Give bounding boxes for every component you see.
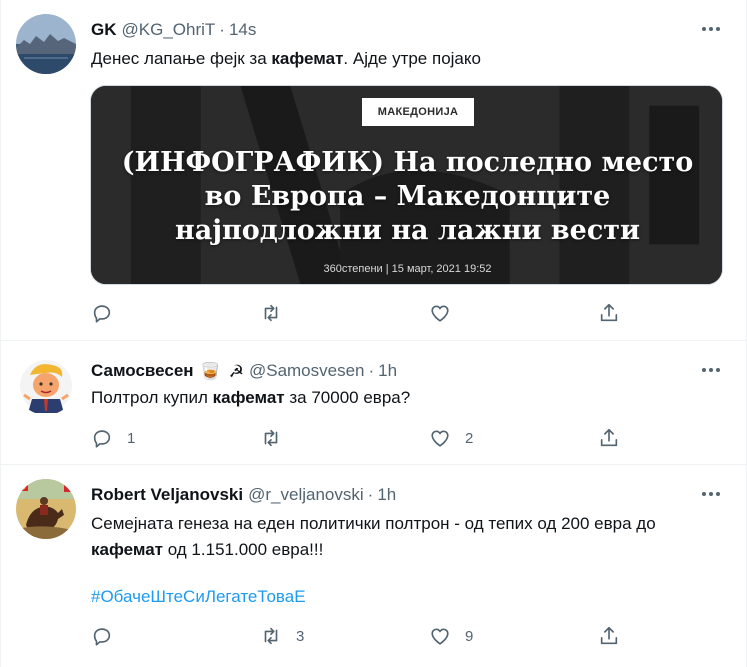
tweet-header: Robert Veljanovski @r_veljanovski · 1h <box>91 485 396 505</box>
share-icon <box>600 626 618 645</box>
tweet-text-line: кафемат од 1.151.000 евра!!! <box>91 540 324 559</box>
link-card[interactable]: МАКЕДОНИЈА (ИНФОГРАФИК) На последно мест… <box>90 85 723 285</box>
more-icon[interactable] <box>700 360 722 380</box>
bold-keyword: кафемат <box>212 388 285 407</box>
tweet[interactable]: Robert Veljanovski @r_veljanovski · 1h С… <box>1 465 746 667</box>
reply-button[interactable]: 1 <box>91 427 135 449</box>
more-icon[interactable] <box>700 19 722 39</box>
tweet-text-line: Семејната генеза на еден политички полтр… <box>91 514 656 533</box>
timeline: GK @KG_OhriT · 14s Денес лапање фејк за … <box>0 0 747 667</box>
retweet-count: 3 <box>296 627 305 645</box>
retweet-button[interactable] <box>260 302 296 324</box>
tweet-actions: 1 2 <box>91 427 631 451</box>
avatar-image <box>16 14 76 74</box>
share-button[interactable] <box>598 625 620 647</box>
timestamp[interactable]: 14s <box>229 20 256 40</box>
reply-button[interactable] <box>91 302 127 324</box>
reply-icon <box>93 430 111 448</box>
separator-dot: · <box>219 20 225 39</box>
like-icon <box>431 430 449 447</box>
like-count: 9 <box>465 627 474 645</box>
hashtag-link[interactable]: #ОбачеШтеСиЛегатеТоваЕ <box>91 587 306 607</box>
tweet[interactable]: GK @KG_OhriT · 14s Денес лапање фејк за … <box>1 0 746 341</box>
bold-keyword: кафемат <box>271 49 344 68</box>
timestamp[interactable]: 1h <box>378 361 397 381</box>
tweet-actions <box>91 302 631 326</box>
reply-icon <box>93 628 111 646</box>
like-icon <box>431 305 449 322</box>
avatar[interactable] <box>16 479 76 539</box>
display-name[interactable]: Самосвесен <box>91 361 194 381</box>
reply-icon <box>93 305 111 323</box>
retweet-icon <box>264 429 278 447</box>
user-handle[interactable]: @Samosvesen <box>249 361 365 381</box>
like-button[interactable]: 9 <box>429 625 473 647</box>
reply-button[interactable] <box>91 625 127 647</box>
avatar-image <box>16 355 76 415</box>
tumbler-glass-emoji: 🥃 <box>199 361 221 381</box>
tweet-actions: 3 9 <box>91 625 631 649</box>
card-title: (ИНФОГРАФИК) На последно место во Европа… <box>121 147 694 246</box>
share-button[interactable] <box>598 302 620 324</box>
hammer-sickle-emoji: ☭ <box>228 361 244 381</box>
tweet-header: Самосвесен 🥃 ☭ @Samosvesen · 1h <box>91 361 397 381</box>
more-icon[interactable] <box>700 484 722 504</box>
retweet-button[interactable] <box>260 427 296 449</box>
separator-dot: · <box>368 361 375 380</box>
like-count: 2 <box>465 429 474 447</box>
tweet-text: Полтрол купил кафемат за 70000 евра? <box>91 388 411 407</box>
share-button[interactable] <box>598 427 620 449</box>
avatar[interactable] <box>16 355 76 415</box>
bold-keyword: кафемат <box>91 540 163 559</box>
avatar[interactable] <box>16 14 76 74</box>
reply-count: 1 <box>127 429 136 447</box>
retweet-icon <box>264 304 278 322</box>
like-button[interactable]: 2 <box>429 427 473 449</box>
tweet-text: Денес лапање фејк за кафемат. Ајде утре … <box>91 49 481 68</box>
retweet-button[interactable]: 3 <box>260 625 304 647</box>
user-handle[interactable]: @r_veljanovski <box>248 485 364 505</box>
separator-dot: · <box>367 485 374 504</box>
tweet-header: GK @KG_OhriT · 14s <box>91 20 256 40</box>
card-category-tag: МАКЕДОНИЈА <box>362 98 474 126</box>
display-name[interactable]: GK <box>91 20 117 40</box>
timestamp[interactable]: 1h <box>377 485 396 505</box>
user-handle[interactable]: @KG_OhriT <box>122 20 216 40</box>
retweet-icon <box>264 627 278 645</box>
like-icon <box>431 628 449 645</box>
like-button[interactable] <box>429 302 465 324</box>
avatar-image <box>16 479 76 539</box>
display-name[interactable]: Robert Veljanovski <box>91 485 243 505</box>
tweet-text: Семејната генеза на еден политички полтр… <box>91 511 656 563</box>
share-icon <box>600 303 618 322</box>
card-meta: 360степени | 15 март, 2021 19:52 <box>323 263 492 275</box>
share-icon <box>600 428 618 447</box>
tweet[interactable]: Самосвесен 🥃 ☭ @Samosvesen · 1h Полтрол … <box>1 341 746 465</box>
